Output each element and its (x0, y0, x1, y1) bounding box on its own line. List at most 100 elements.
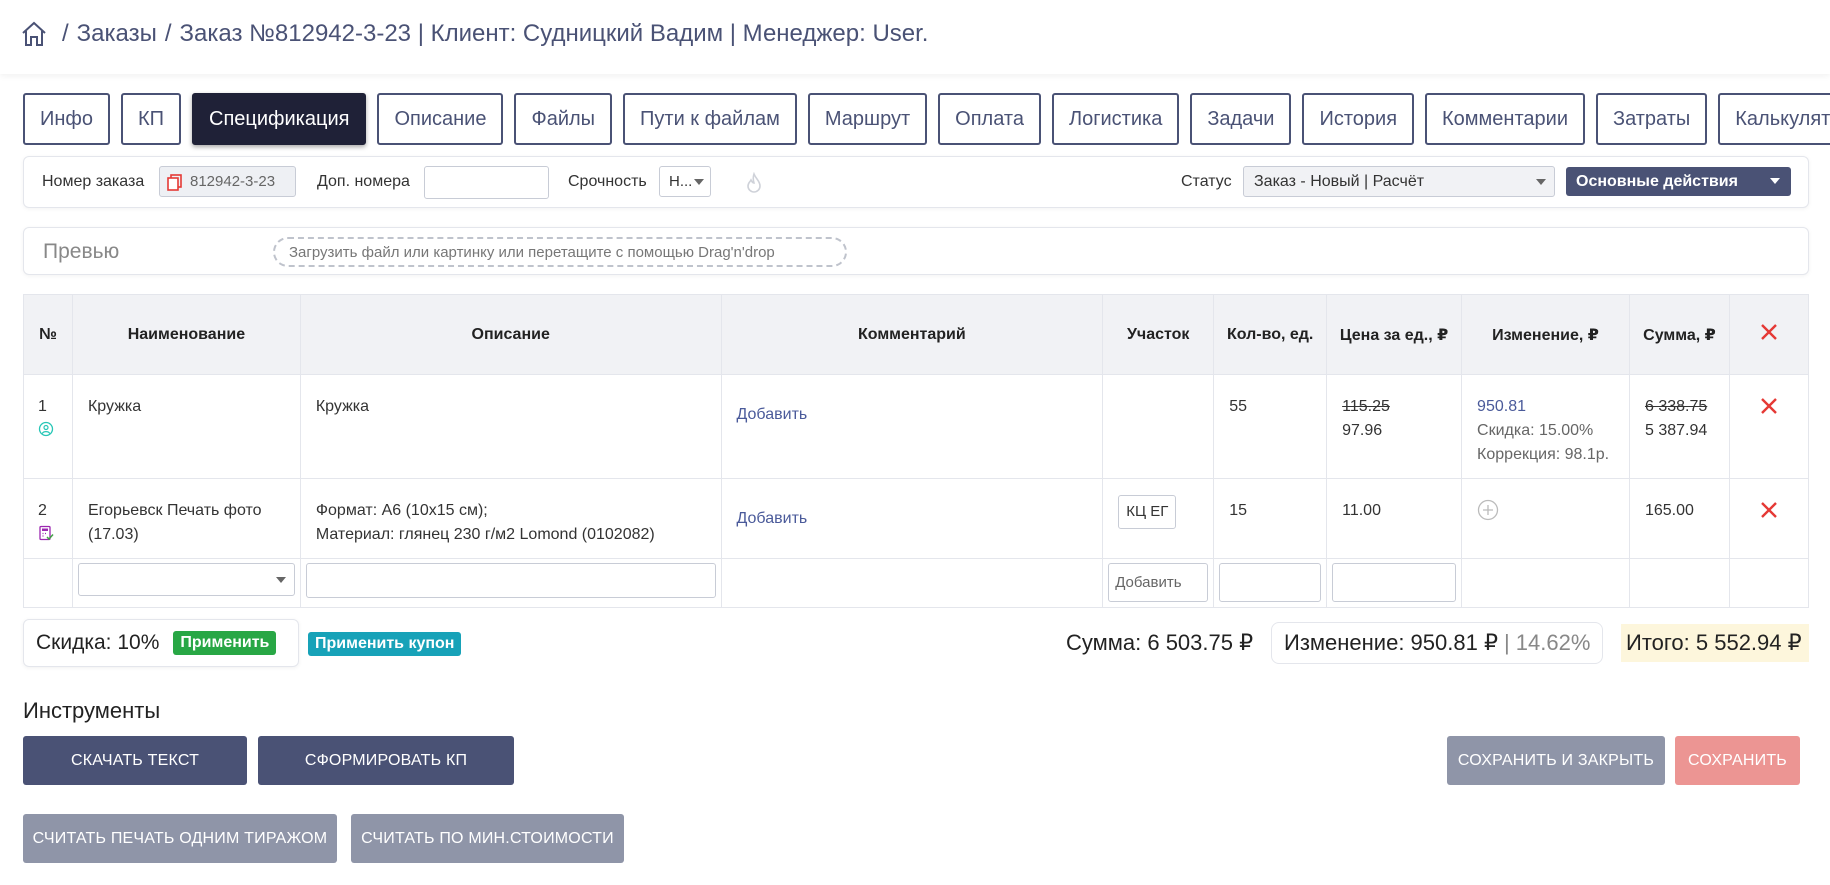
tab-bar: Инфо КП Спецификация Описание Файлы Пути… (23, 93, 1830, 145)
cell-sum: 165.00 (1628, 478, 1730, 559)
tab-files[interactable]: Файлы (514, 93, 613, 145)
chevron-down-icon (694, 179, 704, 185)
cell-price: 11.00 (1326, 478, 1463, 559)
add-change-icon[interactable] (1477, 499, 1499, 521)
new-item-description-input[interactable] (305, 563, 716, 598)
description-line: Формат: А6 (10x15 см); (315, 502, 488, 519)
col-header-num: № (23, 294, 73, 375)
order-fields-panel: Номер заказа 812942-3-23 Доп. номера Сро… (23, 156, 1809, 208)
tab-payment[interactable]: Оплата (938, 93, 1041, 145)
status-select[interactable]: Заказ - Новый | Расчёт (1243, 166, 1555, 197)
cell-qty[interactable]: 55 (1213, 374, 1328, 479)
calc-min-cost-button[interactable]: СЧИТАТЬ ПО МИН.СТОИМОСТИ (351, 814, 624, 863)
cell-description (299, 558, 722, 608)
cell-comment (720, 558, 1104, 608)
table-row: 1 Кружка Кружка Добавить 55 115.25 97.96… (23, 374, 1810, 479)
fire-icon[interactable] (745, 172, 763, 194)
cell-qty[interactable]: 15 (1213, 478, 1328, 559)
discount-label: Скидка: 10% (36, 631, 160, 654)
order-number-field: 812942-3-23 (159, 166, 296, 197)
extra-numbers-label: Доп. номера (317, 173, 410, 190)
cell-area (1102, 374, 1215, 479)
cell-qty (1213, 558, 1328, 608)
breadcrumb: / Заказы / Заказ №812942-3-23 | Клиент: … (20, 20, 928, 48)
specification-table: № Наименование Описание Комментарий Учас… (23, 294, 1810, 608)
col-header-price: Цена за ед., ₽ (1326, 294, 1463, 375)
change-correction: Коррекция: 98.1р. (1477, 446, 1610, 463)
sum-old: 6 338.75 (1644, 398, 1708, 415)
order-number-value: 812942-3-23 (190, 173, 276, 190)
calculator-check-icon (39, 525, 54, 541)
user-circle-icon (38, 421, 54, 437)
save-and-close-button[interactable]: СОХРАНИТЬ И ЗАКРЫТЬ (1447, 736, 1665, 785)
status-value: Заказ - Новый | Расчёт (1254, 172, 1425, 190)
cell-num: 2 (23, 478, 73, 559)
price-old: 115.25 (1342, 398, 1390, 415)
breadcrumb-current-order: Заказ №812942-3-23 | Клиент: Судницкий В… (179, 20, 929, 47)
calc-one-run-button[interactable]: СЧИТАТЬ ПЕЧАТЬ ОДНИМ ТИРАЖОМ (23, 814, 337, 863)
breadcrumb-separator: / (164, 20, 172, 47)
apply-coupon-button[interactable]: Применить купон (308, 632, 462, 656)
main-actions-dropdown[interactable]: Основные действия (1566, 167, 1791, 196)
chevron-down-icon (1770, 178, 1780, 184)
form-kp-button[interactable]: СФОРМИРОВАТЬ КП (258, 736, 514, 785)
cell-comment: Добавить (720, 374, 1104, 479)
extra-numbers-input[interactable] (424, 166, 549, 199)
delete-row-icon[interactable] (1758, 395, 1780, 417)
tab-kp[interactable]: КП (121, 93, 182, 145)
urgency-label: Срочность (568, 173, 647, 190)
preview-title: Превью (43, 240, 120, 263)
tab-tasks[interactable]: Задачи (1190, 93, 1292, 145)
cell-comment: Добавить (720, 478, 1104, 559)
area-button[interactable]: КЦ ЕГ (1118, 495, 1177, 529)
cell-sum (1628, 558, 1730, 608)
status-label: Статус (1181, 173, 1232, 190)
file-dropzone[interactable]: Загрузить файл или картинку или перетащи… (273, 237, 847, 267)
chevron-down-icon (1536, 179, 1546, 185)
add-comment-link[interactable]: Добавить (737, 406, 808, 423)
new-item-qty-input[interactable] (1219, 563, 1322, 602)
order-number-label: Номер заказа (42, 173, 145, 190)
change-total: Изменение: 950.81 ₽ (1284, 630, 1498, 655)
apply-discount-button[interactable]: Применить (173, 631, 277, 655)
add-comment-link[interactable]: Добавить (737, 510, 808, 527)
copy-icon[interactable] (166, 173, 184, 191)
cell-name: Кружка (71, 374, 301, 479)
tab-route[interactable]: Маршрут (807, 93, 928, 145)
breadcrumb-separator: / (62, 20, 69, 47)
cell-change (1461, 558, 1630, 608)
new-item-price-input[interactable] (1332, 563, 1457, 602)
col-header-sum: Сумма, ₽ (1628, 294, 1730, 375)
download-text-button[interactable]: СКАЧАТЬ ТЕКСТ (23, 736, 247, 785)
breadcrumb-orders-link[interactable]: Заказы (77, 20, 157, 48)
tab-logistics[interactable]: Логистика (1051, 93, 1180, 145)
table-row: 2 Егорьевск Печать фото (17.03) Формат: … (23, 478, 1810, 559)
cell-delete (1728, 558, 1810, 608)
discount-box: Скидка: 10% Применить (23, 619, 299, 667)
tab-costs[interactable]: Затраты (1596, 93, 1708, 145)
tab-calculator[interactable]: Калькулятор (1718, 93, 1830, 145)
cell-change (1461, 478, 1630, 559)
cell-delete (1728, 478, 1810, 559)
delete-all-icon[interactable] (1758, 321, 1780, 343)
col-header-name: Наименование (71, 294, 301, 375)
change-percent: | 14.62% (1503, 630, 1591, 655)
new-item-area-input[interactable]: Добавить (1108, 563, 1209, 602)
tab-comments[interactable]: Комментарии (1425, 93, 1585, 145)
delete-row-icon[interactable] (1758, 499, 1780, 521)
home-icon[interactable] (20, 20, 48, 48)
tab-description[interactable]: Описание (377, 93, 504, 145)
tab-file-paths[interactable]: Пути к файлам (623, 93, 797, 145)
tab-history[interactable]: История (1302, 93, 1415, 145)
main-actions-label: Основные действия (1576, 172, 1738, 190)
urgency-select[interactable]: Н... (659, 166, 711, 197)
tab-specification[interactable]: Спецификация (192, 93, 367, 145)
cell-delete (1728, 374, 1810, 479)
change-value[interactable]: 950.81 (1477, 395, 1614, 419)
new-item-name-select[interactable] (77, 563, 295, 596)
save-button[interactable]: СОХРАНИТЬ (1675, 736, 1800, 785)
price-new: 97.96 (1342, 422, 1383, 439)
cell-change: 950.81 Скидка: 15.00% Коррекция: 98.1р. (1461, 374, 1630, 479)
tab-info[interactable]: Инфо (23, 93, 110, 145)
col-header-qty: Кол-во, ед. (1213, 294, 1328, 375)
